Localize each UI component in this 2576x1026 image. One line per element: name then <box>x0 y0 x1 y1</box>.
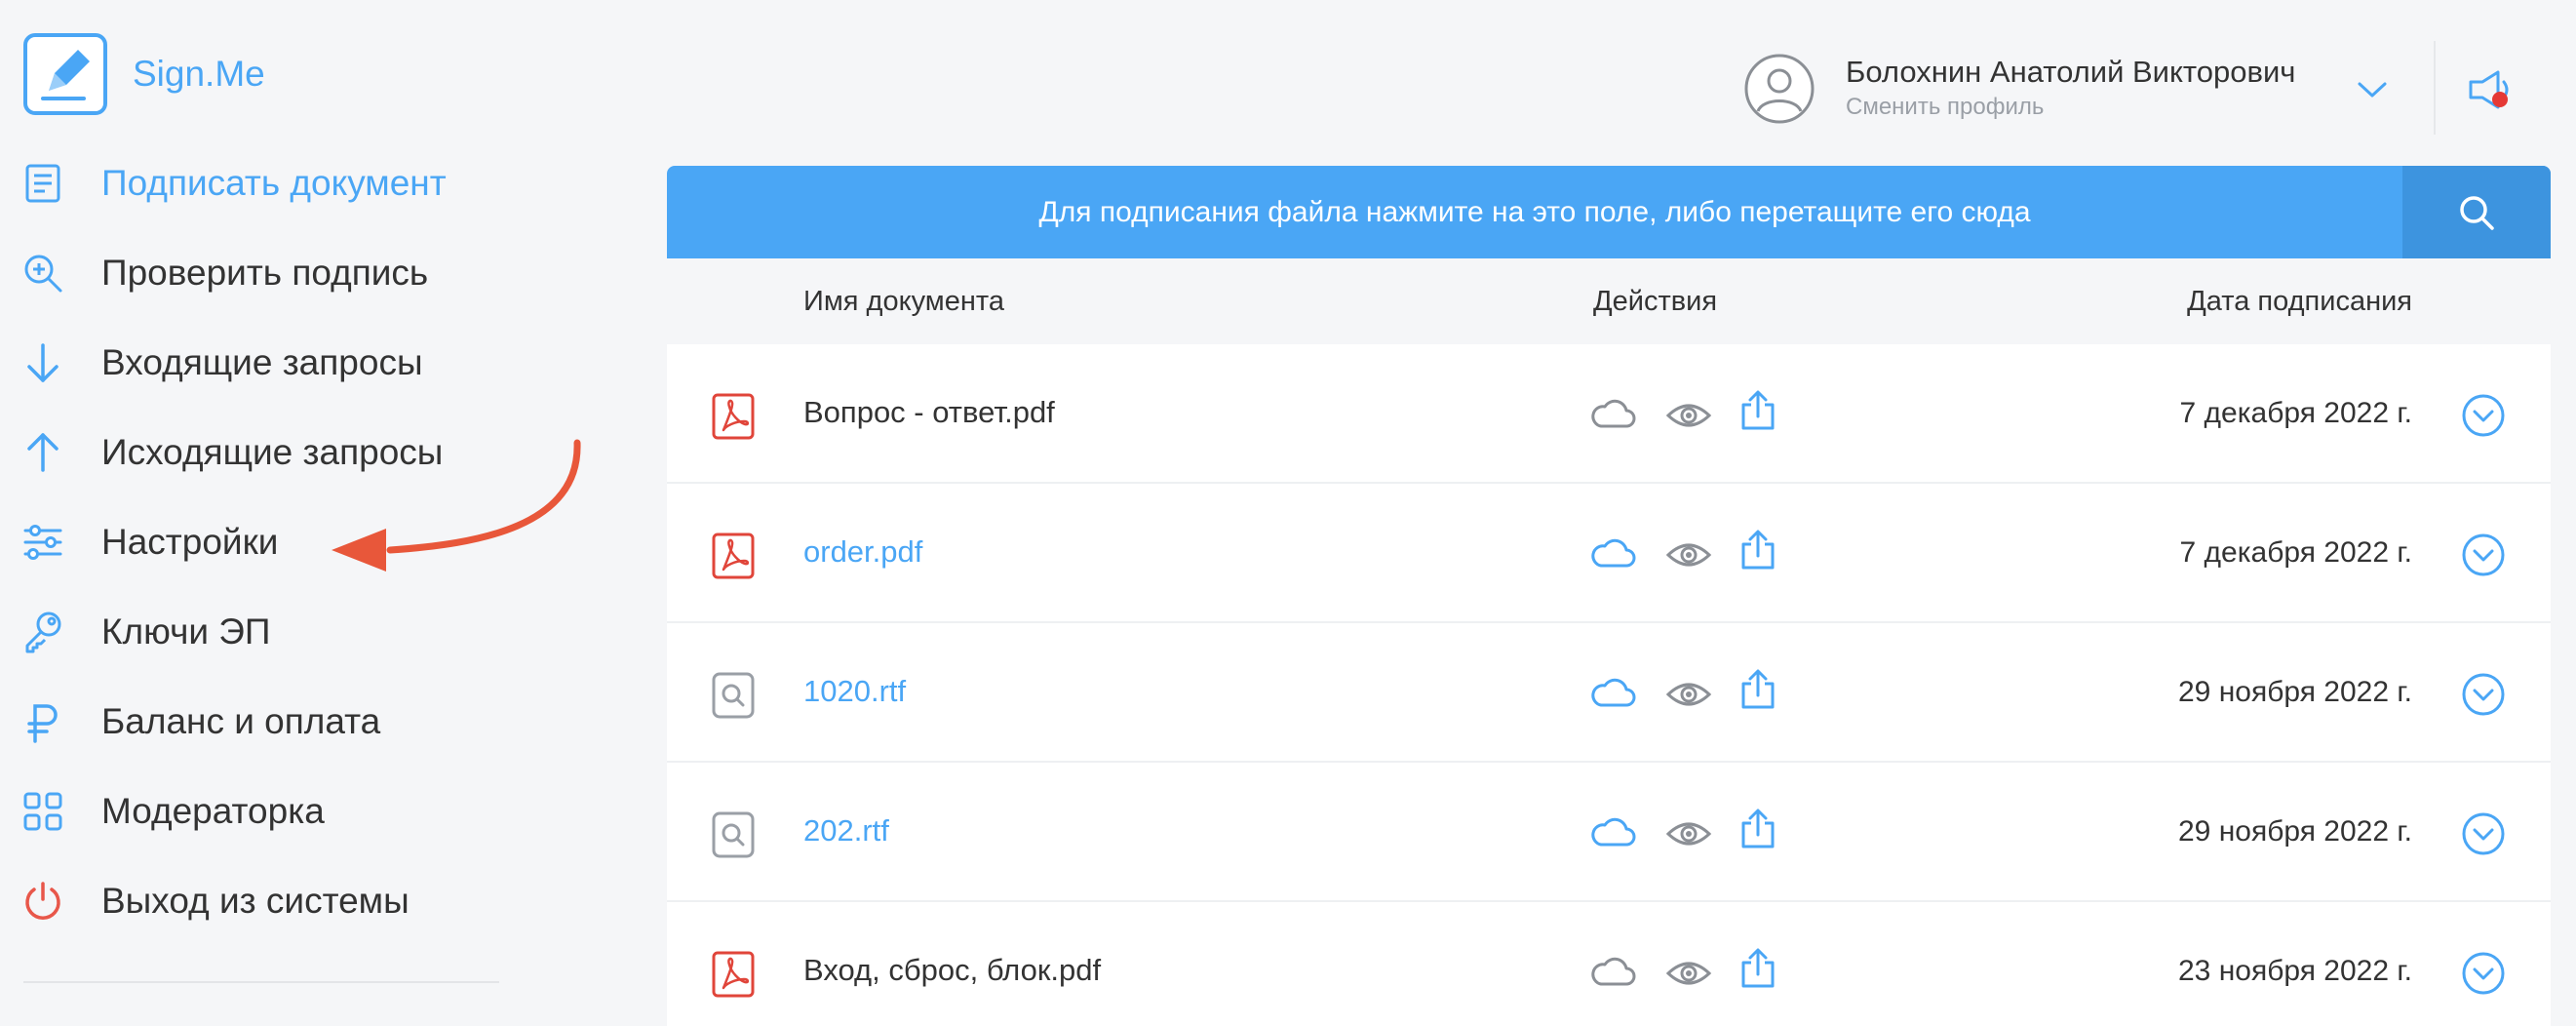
eye-icon[interactable] <box>1665 680 1712 709</box>
pdf-file-icon <box>712 951 755 998</box>
sidebar-item-balance[interactable]: Баланс и оплата <box>20 677 527 767</box>
signing-date: 23 ноября 2022 г. <box>2178 955 2412 987</box>
share-icon[interactable] <box>1739 668 1776 711</box>
documents-panel: Для подписания файла нажмите на это поле… <box>667 166 2551 1026</box>
document-name[interactable]: 1020.rtf <box>803 674 906 709</box>
column-header-name[interactable]: Имя документа <box>803 286 1004 318</box>
cloud-icon[interactable] <box>1589 676 1636 709</box>
grid-icon <box>20 788 66 835</box>
key-icon <box>20 609 66 655</box>
sidebar-item-label: Модераторка <box>101 791 325 831</box>
sidebar-item-label: Проверить подпись <box>101 253 429 293</box>
table-header: Имя документа Действия Дата подписания <box>667 258 2551 344</box>
sidebar-item-moderation[interactable]: Модераторка <box>20 767 527 856</box>
eye-icon[interactable] <box>1665 540 1712 570</box>
cloud-icon[interactable] <box>1589 955 1636 988</box>
file-preview-icon <box>712 672 755 719</box>
annotation-arrow-icon <box>332 439 581 572</box>
zoom-check-icon <box>20 250 66 296</box>
signing-date: 7 декабря 2022 г. <box>2179 397 2412 429</box>
table-row[interactable]: Вопрос - ответ.pdf 7 декабря 2022 г. <box>667 344 2551 484</box>
sidebar-item-label: Настройки <box>101 522 279 562</box>
sidebar-item-logout[interactable]: Выход из системы <box>20 856 527 946</box>
share-icon[interactable] <box>1739 808 1776 850</box>
share-icon[interactable] <box>1739 529 1776 572</box>
chevron-down-icon[interactable] <box>2356 78 2389 101</box>
document-name[interactable]: Вопрос - ответ.pdf <box>803 395 1055 430</box>
search-button[interactable] <box>2402 166 2551 258</box>
sliders-icon <box>20 519 66 566</box>
expand-chevron-icon[interactable] <box>2461 393 2506 438</box>
dropzone-text: Для подписания файла нажмите на это поле… <box>1038 195 2031 228</box>
sidebar-item-label: Выход из системы <box>101 881 410 921</box>
table-row[interactable]: 202.rtf 29 ноября 2022 г. <box>667 763 2551 902</box>
avatar-icon[interactable] <box>1743 53 1815 125</box>
document-icon <box>20 160 66 207</box>
file-preview-icon <box>712 811 755 858</box>
cloud-icon[interactable] <box>1589 397 1636 430</box>
cloud-icon[interactable] <box>1589 536 1636 570</box>
switch-profile-link[interactable]: Сменить профиль <box>1846 94 2044 121</box>
file-preview-icon <box>712 811 755 858</box>
eye-icon[interactable] <box>1665 819 1712 848</box>
cloud-icon[interactable] <box>1589 815 1636 848</box>
pdf-file-icon <box>712 393 755 440</box>
arrow-up-icon <box>20 429 66 476</box>
signing-date: 7 декабря 2022 г. <box>2179 536 2412 569</box>
expand-chevron-icon[interactable] <box>2461 811 2506 856</box>
announcement-icon[interactable] <box>2465 66 2516 113</box>
pdf-file-icon <box>712 393 755 440</box>
upload-dropzone[interactable]: Для подписания файла нажмите на это поле… <box>667 166 2551 258</box>
sidebar-item-label: Ключи ЭП <box>101 612 271 651</box>
pdf-file-icon <box>712 533 755 579</box>
sidebar-item-label: Входящие запросы <box>101 342 423 382</box>
table-row[interactable]: order.pdf 7 декабря 2022 г. <box>667 484 2551 623</box>
documents-table-body: Вопрос - ответ.pdf 7 декабря 2022 г. ord… <box>667 344 2551 1026</box>
header-separator <box>2434 41 2436 135</box>
document-name[interactable]: 202.rtf <box>803 813 889 848</box>
share-icon[interactable] <box>1739 389 1776 432</box>
sidebar-item-label: Подписать документ <box>101 163 447 203</box>
signing-date: 29 ноября 2022 г. <box>2178 815 2412 848</box>
pen-logo-icon <box>23 33 107 115</box>
column-header-date[interactable]: Дата подписания <box>2187 286 2412 318</box>
search-icon <box>2460 195 2494 230</box>
sidebar-item-sign-document[interactable]: Подписать документ <box>20 138 527 228</box>
app-logo[interactable]: Sign.Me <box>23 33 265 115</box>
eye-icon[interactable] <box>1665 401 1712 430</box>
sidebar-item-incoming-requests[interactable]: Входящие запросы <box>20 318 527 408</box>
eye-icon[interactable] <box>1665 959 1712 988</box>
table-row[interactable]: 1020.rtf 29 ноября 2022 г. <box>667 623 2551 763</box>
table-row[interactable]: Вход, сброс, блок.pdf 23 ноября 2022 г. <box>667 902 2551 1026</box>
document-name[interactable]: order.pdf <box>803 534 922 570</box>
sidebar-item-keys[interactable]: Ключи ЭП <box>20 587 527 677</box>
app-name: Sign.Me <box>133 54 265 94</box>
column-header-actions: Действия <box>1593 286 1718 317</box>
ruble-icon <box>20 698 66 745</box>
expand-chevron-icon[interactable] <box>2461 672 2506 717</box>
file-preview-icon <box>712 672 755 719</box>
sidebar-item-verify-signature[interactable]: Проверить подпись <box>20 228 527 318</box>
power-icon <box>20 878 66 925</box>
sidebar-divider <box>23 981 499 983</box>
document-name[interactable]: Вход, сброс, блок.pdf <box>803 953 1101 988</box>
signing-date: 29 ноября 2022 г. <box>2178 676 2412 708</box>
pdf-file-icon <box>712 951 755 998</box>
expand-chevron-icon[interactable] <box>2461 533 2506 577</box>
notification-dot <box>2492 92 2508 107</box>
sidebar-item-label: Баланс и оплата <box>101 701 381 741</box>
pdf-file-icon <box>712 533 755 579</box>
arrow-down-icon <box>20 339 66 386</box>
expand-chevron-icon[interactable] <box>2461 951 2506 996</box>
share-icon[interactable] <box>1739 947 1776 990</box>
user-name[interactable]: Болохнин Анатолий Викторович <box>1846 55 2295 90</box>
